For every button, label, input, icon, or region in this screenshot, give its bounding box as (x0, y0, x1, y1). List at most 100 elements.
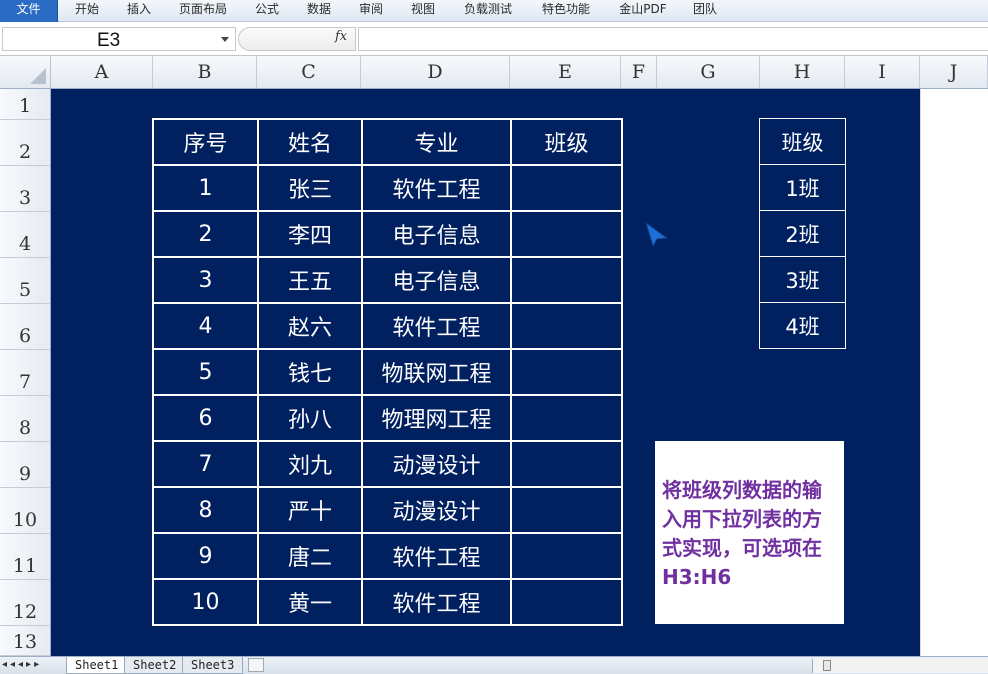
row-header[interactable]: 2 (0, 120, 50, 166)
table-cell[interactable]: 软件工程 (361, 578, 512, 626)
select-all-button[interactable] (0, 56, 51, 88)
table-cell[interactable]: 电子信息 (361, 256, 512, 304)
table-cell[interactable]: 8 (152, 486, 259, 534)
table-cell[interactable]: 严十 (257, 486, 363, 534)
table-cell[interactable]: 9 (152, 532, 259, 580)
ribbon-tab[interactable]: 插入 (114, 0, 164, 22)
row-header[interactable]: 5 (0, 258, 50, 304)
table-cell[interactable]: 10 (152, 578, 259, 626)
class-option-cell[interactable]: 2班 (759, 210, 846, 257)
row-header[interactable]: 12 (0, 580, 50, 626)
row-header[interactable]: 11 (0, 534, 50, 580)
table-cell[interactable]: 赵六 (257, 302, 363, 350)
table-row: 3 王五 电子信息 (152, 256, 623, 304)
column-header[interactable]: J (920, 56, 988, 88)
table-cell[interactable]: 动漫设计 (361, 440, 512, 488)
scrollbar-thumb[interactable] (823, 660, 831, 671)
insert-sheet-icon[interactable] (248, 658, 264, 672)
table-cell[interactable]: 软件工程 (361, 302, 512, 350)
worksheet-grid[interactable]: 序号 姓名 专业 班级 1 张三 软件工程 2 李四 电子信息 3 王五 电子信息 4 赵六 软件工程 5 钱七… (51, 89, 988, 656)
table-cell[interactable]: 唐二 (257, 532, 363, 580)
ribbon-tab[interactable]: 团队 (680, 0, 730, 22)
table-cell[interactable]: 2 (152, 210, 259, 258)
formula-input[interactable] (358, 27, 988, 51)
class-input-cell[interactable] (510, 532, 623, 580)
insert-function-icon[interactable]: fx (335, 29, 347, 44)
row-header[interactable]: 10 (0, 488, 50, 534)
row-header[interactable]: 13 (0, 626, 50, 656)
row-header[interactable]: 4 (0, 212, 50, 258)
row-header[interactable]: 8 (0, 396, 50, 442)
chevron-down-icon[interactable] (221, 37, 229, 42)
class-input-cell[interactable] (510, 210, 623, 258)
column-header[interactable]: G (657, 56, 760, 88)
table-cell[interactable]: 物理网工程 (361, 394, 512, 442)
table-cell[interactable]: 4 (152, 302, 259, 350)
table-cell[interactable]: 3 (152, 256, 259, 304)
table-cell[interactable]: 1 (152, 164, 259, 212)
table-row: 8 严十 动漫设计 (152, 486, 623, 534)
ribbon-tab[interactable]: 视图 (398, 0, 448, 22)
table-header-cell[interactable]: 姓名 (257, 118, 363, 166)
table-header-cell[interactable]: 序号 (152, 118, 259, 166)
column-header[interactable]: C (257, 56, 361, 88)
sheet-tab[interactable]: Sheet3 (182, 657, 244, 674)
row-header[interactable]: 6 (0, 304, 50, 350)
column-header[interactable]: B (153, 56, 257, 88)
table-cell[interactable]: 6 (152, 394, 259, 442)
column-header[interactable]: A (51, 56, 153, 88)
column-header[interactable]: E (510, 56, 621, 88)
table-cell[interactable]: 孙八 (257, 394, 363, 442)
ribbon-tab[interactable]: 数据 (294, 0, 344, 22)
table-cell[interactable]: 软件工程 (361, 532, 512, 580)
table-cell[interactable]: 钱七 (257, 348, 363, 396)
sheet-tab[interactable]: Sheet1 (66, 657, 128, 674)
table-cell[interactable]: 王五 (257, 256, 363, 304)
ribbon-tab[interactable]: 开始 (62, 0, 112, 22)
ribbon-tab[interactable]: 特色功能 (528, 0, 604, 22)
table-cell[interactable]: 5 (152, 348, 259, 396)
table-cell[interactable]: 动漫设计 (361, 486, 512, 534)
class-input-cell[interactable] (510, 394, 623, 442)
sheet-tab[interactable]: Sheet2 (124, 657, 186, 674)
class-input-cell[interactable] (510, 256, 623, 304)
column-header[interactable]: I (845, 56, 920, 88)
row-header[interactable]: 3 (0, 166, 50, 212)
class-option-cell[interactable]: 3班 (759, 256, 846, 303)
table-cell[interactable]: 刘九 (257, 440, 363, 488)
column-header[interactable]: H (760, 56, 845, 88)
ribbon-tab[interactable]: 审阅 (346, 0, 396, 22)
table-cell[interactable]: 7 (152, 440, 259, 488)
table-cell[interactable]: 物联网工程 (361, 348, 512, 396)
table-cell[interactable]: 张三 (257, 164, 363, 212)
table-row: 4 赵六 软件工程 (152, 302, 623, 350)
column-header[interactable]: D (361, 56, 510, 88)
ribbon-tab[interactable]: 公式 (242, 0, 292, 22)
sheet-nav-icon[interactable]: ◂◂◂▸▸ (2, 659, 42, 670)
ribbon-tab[interactable]: 金山PDF (608, 0, 678, 22)
row-header[interactable]: 9 (0, 442, 50, 488)
class-header-cell[interactable]: 班级 (759, 118, 846, 165)
ribbon-tab[interactable]: 负载测试 (450, 0, 526, 22)
column-header[interactable]: F (621, 56, 657, 88)
table-cell[interactable]: 软件工程 (361, 164, 512, 212)
horizontal-scrollbar[interactable] (812, 659, 988, 673)
table-cell[interactable]: 电子信息 (361, 210, 512, 258)
class-input-cell[interactable] (510, 302, 623, 350)
class-input-cell[interactable] (510, 486, 623, 534)
name-box[interactable]: E3 (2, 27, 236, 51)
ribbon-tab[interactable]: 文件 (0, 0, 58, 22)
class-input-cell[interactable] (510, 348, 623, 396)
row-header[interactable]: 7 (0, 350, 50, 396)
table-header-cell[interactable]: 专业 (361, 118, 512, 166)
class-input-cell[interactable] (510, 440, 623, 488)
table-cell[interactable]: 黄一 (257, 578, 363, 626)
class-option-cell[interactable]: 1班 (759, 164, 846, 211)
ribbon-tab[interactable]: 页面布局 (168, 0, 238, 22)
class-input-cell[interactable] (510, 164, 623, 212)
table-header-cell[interactable]: 班级 (510, 118, 623, 166)
class-input-cell[interactable] (510, 578, 623, 626)
class-option-cell[interactable]: 4班 (759, 302, 846, 349)
table-cell[interactable]: 李四 (257, 210, 363, 258)
row-header[interactable]: 1 (0, 89, 50, 120)
